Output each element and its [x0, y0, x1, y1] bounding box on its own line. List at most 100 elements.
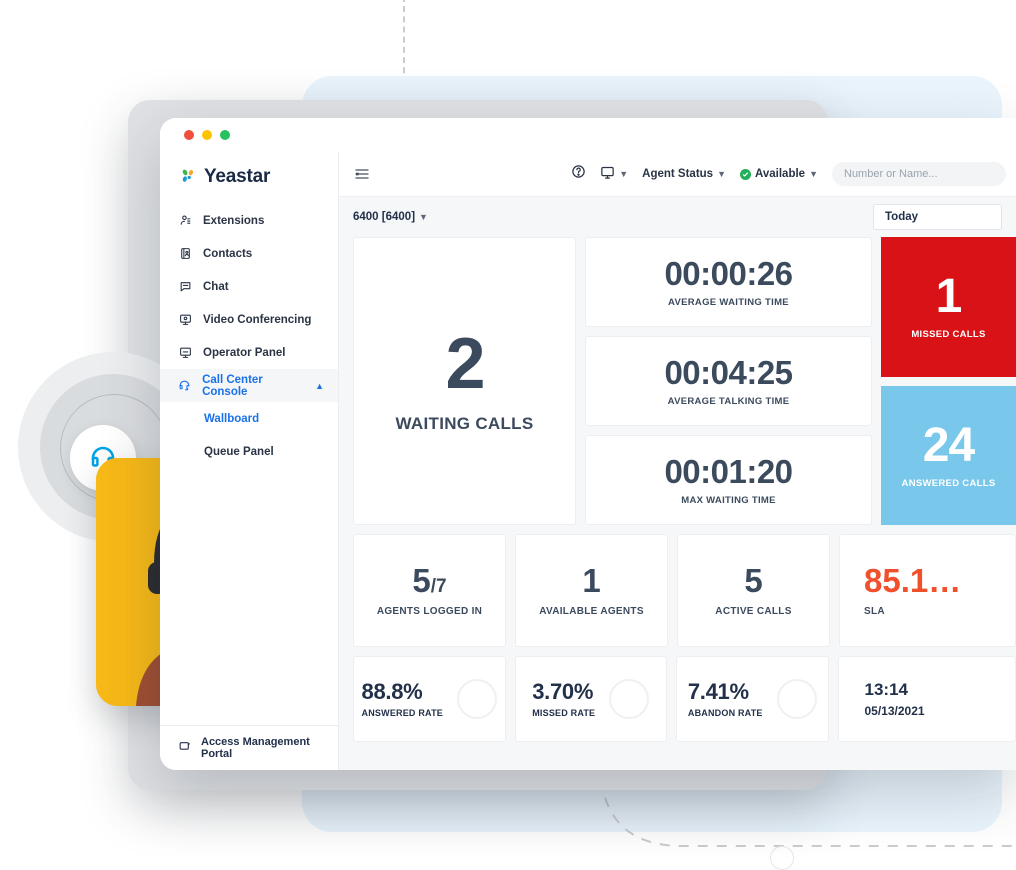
window-close-button[interactable] [184, 130, 194, 140]
availability-label: Available [755, 168, 805, 180]
chevron-up-icon: ▲ [315, 381, 324, 391]
sidebar-item-extensions[interactable]: Extensions [160, 204, 338, 237]
status-cards-column: 1 MISSED CALLS 24 ANSWERED CALLS [881, 237, 1016, 525]
answered-rate-donut [457, 679, 497, 719]
sidebar-item-label: Chat [203, 281, 229, 293]
missed-rate-card: 3.70% MISSED RATE [515, 656, 668, 742]
date-filter-label: Today [885, 211, 918, 223]
average-talking-time-label: AVERAGE TALKING TIME [668, 396, 790, 407]
agents-logged-in-label: AGENTS LOGGED IN [377, 606, 482, 617]
answered-rate-label: ANSWERED RATE [362, 708, 443, 718]
waiting-calls-card: 2 WAITING CALLS [353, 237, 576, 525]
available-agents-value: 1 [582, 564, 600, 597]
sidebar-item-label: Operator Panel [203, 347, 285, 359]
sidebar-item-operator-panel[interactable]: Operator Panel [160, 336, 338, 369]
agents-logged-in-total: /7 [431, 577, 447, 596]
wallboard-row-agents: 5 /7 AGENTS LOGGED IN 1 AVAILABLE AGENTS… [353, 534, 1016, 647]
headset-icon [178, 379, 191, 393]
user-icon [178, 214, 192, 228]
check-circle-icon [740, 169, 751, 180]
collapse-menu-icon[interactable] [351, 163, 373, 185]
sidebar-subitem-queue-panel[interactable]: Queue Panel [160, 435, 338, 468]
access-management-portal-label: Access Management Portal [201, 736, 338, 760]
wallboard-row-rates: 88.8% ANSWERED RATE 3.70% MISSED RATE [353, 656, 1016, 742]
search-input[interactable] [832, 162, 1006, 186]
abandon-rate-label: ABANDON RATE [688, 708, 763, 718]
agents-logged-in-card: 5 /7 AGENTS LOGGED IN [353, 534, 506, 647]
sidebar-item-video-conferencing[interactable]: Video Conferencing [160, 303, 338, 336]
wallboard-row-primary: 2 WAITING CALLS 00:00:26 AVERAGE WAITING… [353, 237, 1016, 525]
help-circle-icon[interactable] [571, 164, 586, 184]
max-waiting-time-value: 00:01:20 [664, 455, 792, 488]
clock-time: 13:14 [865, 680, 1016, 700]
time-metrics-column: 00:00:26 AVERAGE WAITING TIME 00:04:25 A… [585, 237, 872, 525]
window-maximize-button[interactable] [220, 130, 230, 140]
available-agents-label: AVAILABLE AGENTS [539, 606, 644, 617]
sidebar-subitem-wallboard[interactable]: Wallboard [160, 402, 338, 435]
active-calls-value: 5 [744, 564, 762, 597]
sla-card: 85.1… SLA [839, 534, 1016, 647]
chevron-down-icon: ▼ [809, 169, 818, 179]
missed-calls-label: MISSED CALLS [911, 329, 985, 340]
sidebar-nav: Extensions Contacts [160, 204, 338, 468]
missed-rate-label: MISSED RATE [532, 708, 595, 718]
average-waiting-time-value: 00:00:26 [664, 257, 792, 290]
main-content: ▼ Agent Status ▼ Available ▼ [339, 152, 1016, 770]
answered-calls-value: 24 [923, 422, 974, 470]
abandon-rate-card: 7.41% ABANDON RATE [676, 656, 829, 742]
device-selector[interactable]: ▼ [600, 165, 628, 183]
brand-name: Yeastar [204, 166, 270, 188]
queue-selector-label: 6400 [6400] [353, 211, 415, 223]
sidebar: Yeastar Extensions [160, 152, 339, 770]
chat-icon [178, 280, 192, 294]
missed-rate-donut [609, 679, 649, 719]
average-waiting-time-label: AVERAGE WAITING TIME [668, 297, 789, 308]
abandon-rate-value: 7.41% [688, 681, 763, 703]
video-icon [178, 313, 192, 327]
wallboard-toolbar: 6400 [6400] ▼ Today [339, 197, 1016, 237]
sidebar-item-label: Extensions [203, 215, 264, 227]
active-calls-label: ACTIVE CALLS [715, 606, 791, 617]
availability-dropdown[interactable]: Available ▼ [740, 168, 818, 180]
topbar: ▼ Agent Status ▼ Available ▼ [339, 152, 1016, 197]
available-agents-card: 1 AVAILABLE AGENTS [515, 534, 668, 647]
yeastar-logo-icon [178, 167, 198, 187]
wallboard-grid: 2 WAITING CALLS 00:00:26 AVERAGE WAITING… [339, 237, 1016, 770]
sidebar-item-call-center-console[interactable]: Call Center Console ▲ [160, 369, 338, 402]
chevron-down-icon: ▼ [619, 169, 628, 179]
queue-selector[interactable]: 6400 [6400] ▼ [353, 211, 428, 223]
sidebar-item-contacts[interactable]: Contacts [160, 237, 338, 270]
sidebar-subitem-label: Queue Panel [204, 446, 274, 458]
sla-label: SLA [864, 606, 885, 617]
sidebar-subnav: Wallboard Queue Panel [160, 402, 338, 468]
average-waiting-time-card: 00:00:26 AVERAGE WAITING TIME [585, 237, 872, 327]
sidebar-item-chat[interactable]: Chat [160, 270, 338, 303]
sidebar-item-label: Contacts [203, 248, 252, 260]
average-talking-time-card: 00:04:25 AVERAGE TALKING TIME [585, 336, 872, 426]
waiting-calls-value: 2 [445, 328, 483, 400]
answered-rate-value: 88.8% [362, 681, 443, 703]
sidebar-item-label: Video Conferencing [203, 314, 311, 326]
window-minimize-button[interactable] [202, 130, 212, 140]
answered-rate-card: 88.8% ANSWERED RATE [353, 656, 506, 742]
contacts-icon [178, 247, 192, 261]
waiting-calls-label: WAITING CALLS [396, 414, 534, 434]
missed-rate-value: 3.70% [532, 681, 595, 703]
clock-date: 05/13/2021 [865, 704, 1016, 718]
agent-status-label: Agent Status [642, 168, 713, 180]
missed-calls-value: 1 [936, 273, 962, 321]
decorative-dot [770, 846, 794, 870]
scene: Yeastar Extensions [0, 0, 1016, 869]
agent-status-dropdown[interactable]: Agent Status ▼ [642, 168, 726, 180]
portal-icon [178, 740, 191, 756]
average-talking-time-value: 00:04:25 [664, 356, 792, 389]
clock-card: 13:14 05/13/2021 [838, 656, 1016, 742]
sidebar-subitem-label: Wallboard [204, 413, 259, 425]
access-management-portal-link[interactable]: Access Management Portal [160, 725, 338, 770]
topbar-actions: ▼ Agent Status ▼ Available ▼ [571, 162, 1016, 186]
max-waiting-time-card: 00:01:20 MAX WAITING TIME [585, 435, 872, 525]
agents-logged-in-value: 5 /7 [412, 564, 446, 597]
window-titlebar [160, 118, 1016, 152]
active-calls-card: 5 ACTIVE CALLS [677, 534, 830, 647]
date-filter-button[interactable]: Today [873, 204, 1002, 230]
